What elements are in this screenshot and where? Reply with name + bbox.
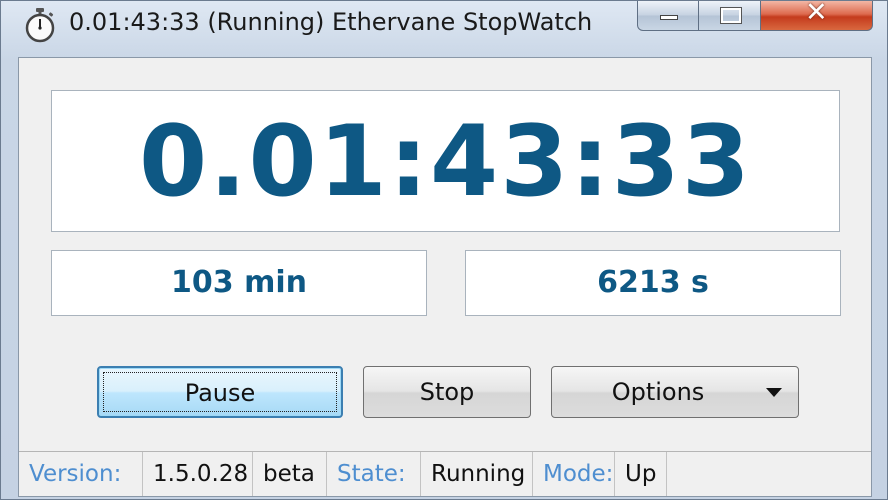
close-icon: ✕ (805, 0, 828, 28)
mode-label: Mode: (533, 452, 615, 496)
state-label: State: (327, 452, 421, 496)
version-value: 1.5.0.28 (143, 452, 253, 496)
mode-value: Up (615, 452, 667, 496)
maximize-icon (720, 7, 742, 24)
seconds-display: 6213 s (465, 250, 841, 316)
release-channel: beta (253, 452, 327, 496)
minimize-button[interactable] (637, 1, 699, 31)
stopwatch-window: 0.01:43:33 (Running) Ethervane StopWatch… (0, 0, 888, 500)
options-dropdown-button[interactable]: Options (551, 366, 799, 418)
dropdown-arrow-icon[interactable] (766, 388, 782, 397)
stopwatch-icon[interactable] (23, 7, 57, 43)
status-bar: Version: 1.5.0.28 beta State: Running Mo… (19, 451, 871, 496)
stop-button[interactable]: Stop (363, 366, 531, 418)
client-area: 0.01:43:33 103 min 6213 s Pause Stop Opt… (18, 57, 872, 497)
elapsed-time: 0.01:43:33 (139, 105, 752, 219)
options-button-label: Options (611, 378, 705, 406)
pause-button[interactable]: Pause (97, 366, 343, 418)
maximize-button[interactable] (699, 1, 761, 31)
state-value: Running (421, 452, 533, 496)
window-title: 0.01:43:33 (Running) Ethervane StopWatch (69, 8, 593, 36)
caption-buttons: ✕ (637, 0, 873, 33)
title-bar[interactable]: 0.01:43:33 (Running) Ethervane StopWatch… (1, 0, 887, 51)
minimize-icon (660, 15, 678, 20)
pause-button-label: Pause (184, 379, 256, 407)
minutes-display: 103 min (51, 250, 427, 316)
close-button[interactable]: ✕ (761, 0, 873, 31)
version-label: Version: (19, 452, 143, 496)
stop-button-label: Stop (419, 378, 475, 406)
main-time-display: 0.01:43:33 (51, 90, 840, 232)
